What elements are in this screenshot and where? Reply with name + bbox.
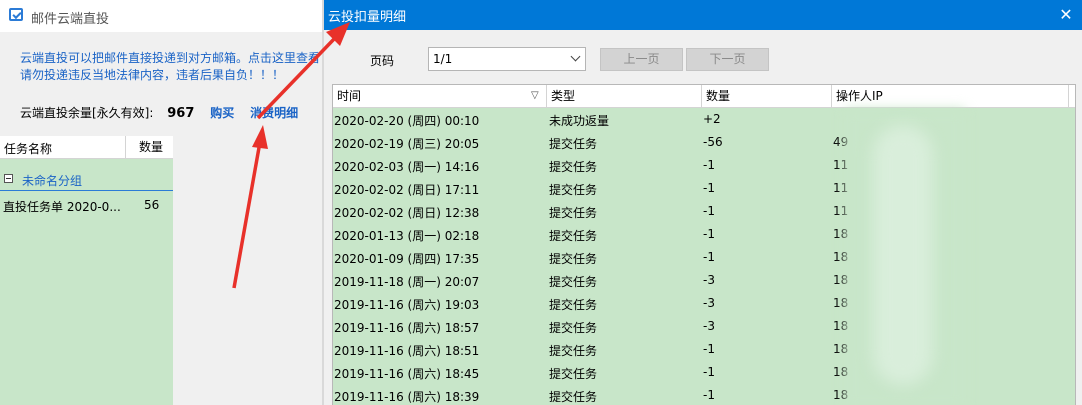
chevron-down-icon[interactable] [570,51,581,62]
page-select[interactable]: 1/1 [428,47,586,71]
cell-type: 提交任务 [549,344,598,358]
column-header-quantity[interactable]: 数量 [701,85,831,107]
quota-label: 云端直投余量[永久有效]: [20,106,154,120]
notice-line-2: 请勿投递违反当地法律内容，违者后果自负！！！ [20,68,285,82]
cell-type: 提交任务 [549,321,598,335]
task-group-row[interactable]: 未命名分组 [0,168,173,191]
cell-quantity: -3 [703,273,715,287]
cell-type: 提交任务 [549,160,598,174]
cell-quantity: +2 [703,112,721,126]
collapse-minus-icon[interactable] [4,174,13,183]
cell-quantity: -1 [703,250,715,264]
cell-quantity: -3 [703,296,715,310]
filter-icon[interactable]: ▽ [531,90,539,101]
column-header-operator-ip[interactable]: 操作人IP [831,85,1075,107]
close-icon[interactable]: ✕ [1057,6,1075,24]
task-table-header: 任务名称 数量 [0,136,173,159]
quota-value: 967 [167,106,195,121]
header-scroll-spacer [1068,85,1075,107]
cell-quantity: -1 [703,365,715,379]
pager-bar: 页码 1/1 上一页 下一页 [324,46,1082,72]
cell-time: 2019-11-16 (周六) 18:39 [334,390,480,404]
quota-row: 云端直投余量[永久有效]: 967 购买 消费明细 [20,104,298,121]
grid-header: 时间 ▽ 类型 数量 操作人IP [333,85,1075,108]
cell-type: 提交任务 [549,229,598,243]
cell-type: 提交任务 [549,183,598,197]
cell-type: 提交任务 [549,275,598,289]
cell-quantity: -56 [703,135,723,149]
consumption-details-link[interactable]: 消费明细 [250,106,298,120]
cell-time: 2020-02-02 (周日) 17:11 [334,183,480,197]
cell-time: 2020-01-13 (周一) 02:18 [334,229,480,243]
page-select-value: 1/1 [433,52,453,66]
cell-time: 2020-02-02 (周日) 12:38 [334,206,480,220]
cell-quantity: -1 [703,158,715,172]
left-window-title: 邮件云端直投 [31,12,110,27]
prev-page-button[interactable]: 上一页 [600,48,683,71]
cell-time: 2020-02-03 (周一) 14:16 [334,160,480,174]
cell-time: 2019-11-18 (周一) 20:07 [334,275,480,289]
cell-type: 提交任务 [549,137,598,151]
dialog-title: 云投扣量明细 [328,10,407,25]
task-table: 任务名称 数量 未命名分组 直投任务单 2020-0... 56 [0,136,173,405]
notice-line-1[interactable]: 云端直投可以把邮件直接投递到对方邮箱。点击这里查看 [20,50,324,67]
cell-time: 2019-11-16 (周六) 19:03 [334,298,480,312]
group-label: 未命名分组 [22,174,83,188]
cell-time: 2020-02-20 (周四) 00:10 [334,114,480,128]
mail-app-icon [9,8,23,21]
left-title-bar: 邮件云端直投 [0,0,324,32]
delivery-notice[interactable]: 云端直投可以把邮件直接投递到对方邮箱。点击这里查看 请勿投递违反当地法律内容，违… [20,50,324,84]
cell-type: 提交任务 [549,390,598,404]
cell-quantity: -1 [703,388,715,402]
cell-type: 提交任务 [549,252,598,266]
cell-quantity: -1 [703,204,715,218]
cell-quantity: -1 [703,227,715,241]
cell-time: 2020-02-19 (周三) 20:05 [334,137,480,151]
cell-quantity: -1 [703,181,715,195]
column-header-count[interactable]: 数量 [125,136,163,158]
column-header-task-name[interactable]: 任务名称 [4,140,52,157]
cell-quantity: -3 [703,319,715,333]
task-name: 直投任务单 2020-0... [3,200,121,214]
column-header-time[interactable]: 时间 [333,85,547,107]
cell-type: 提交任务 [549,298,598,312]
task-count: 56 [144,198,160,212]
cell-type: 提交任务 [549,206,598,220]
deduction-details-dialog: 云投扣量明细 ✕ 页码 1/1 上一页 下一页 时间 ▽ 类型 数量 操作人IP… [324,0,1082,405]
cloud-delivery-window: 邮件云端直投 云端直投可以把邮件直接投递到对方邮箱。点击这里查看 请勿投递违反当… [0,0,324,405]
ip-redaction-blur [873,125,933,385]
cell-time: 2019-11-16 (周六) 18:51 [334,344,480,358]
cell-time: 2019-11-16 (周六) 18:45 [334,367,480,381]
cell-time: 2020-01-09 (周四) 17:35 [334,252,480,266]
task-row[interactable]: 直投任务单 2020-0... 56 [0,194,173,216]
cell-time: 2019-11-16 (周六) 18:57 [334,321,480,335]
column-header-type[interactable]: 类型 [546,85,701,107]
left-empty-panel [173,136,324,405]
dialog-title-bar: 云投扣量明细 ✕ [324,0,1082,30]
cell-quantity: -1 [703,342,715,356]
cell-type: 提交任务 [549,367,598,381]
buy-link[interactable]: 购买 [210,106,234,120]
deduction-grid: 时间 ▽ 类型 数量 操作人IP 2020-02-20 (周四) 00:10 未成… [332,84,1076,405]
cell-type: 未成功返量 [549,114,610,128]
next-page-button[interactable]: 下一页 [686,48,769,71]
page-label: 页码 [370,54,395,68]
